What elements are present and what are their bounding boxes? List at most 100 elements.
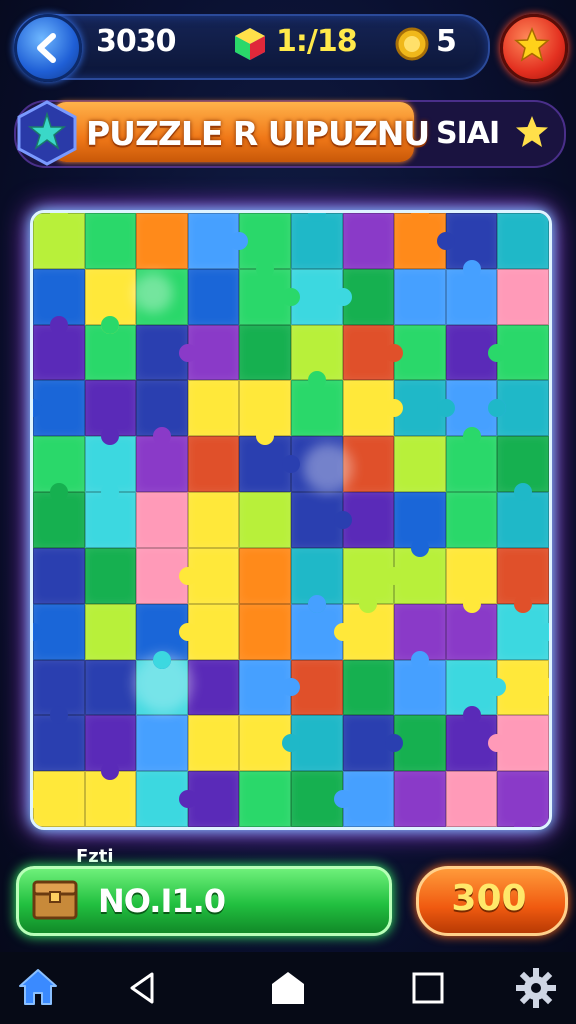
puzzle-piece[interactable] (290, 213, 343, 269)
puzzle-piece[interactable] (33, 659, 85, 725)
puzzle-piece[interactable] (187, 436, 240, 493)
puzzle-knob (256, 259, 275, 278)
puzzle-knob (333, 790, 352, 809)
puzzle-knob (333, 622, 352, 641)
puzzle-knob (307, 213, 326, 222)
puzzle-knob (178, 622, 197, 641)
puzzle-piece[interactable] (488, 715, 549, 772)
puzzle-piece[interactable] (281, 436, 343, 493)
puzzle-piece[interactable] (488, 324, 549, 381)
gear-icon[interactable] (514, 966, 558, 1010)
puzzle-piece[interactable] (136, 715, 188, 772)
puzzle-knob (152, 427, 171, 446)
puzzle-piece[interactable] (33, 483, 85, 548)
puzzle-piece[interactable] (394, 492, 446, 557)
cost-value: 300 (451, 878, 527, 919)
puzzle-piece[interactable] (187, 492, 240, 548)
star-badge-icon (17, 100, 77, 166)
puzzle-piece[interactable] (84, 380, 137, 446)
puzzle-knob (333, 287, 352, 306)
puzzle-knob (49, 483, 68, 502)
puzzle-piece[interactable] (178, 547, 240, 604)
puzzle-piece[interactable] (136, 650, 188, 716)
puzzle-piece[interactable] (239, 492, 291, 548)
puzzle-piece[interactable] (342, 213, 395, 269)
puzzle-piece[interactable] (178, 771, 240, 827)
puzzle-piece[interactable] (497, 547, 549, 613)
puzzle-piece[interactable] (445, 771, 498, 827)
puzzle-knob (539, 678, 549, 697)
home-shape-icon[interactable] (268, 968, 308, 1008)
puzzle-knob (281, 455, 300, 474)
puzzle-piece[interactable] (136, 427, 188, 493)
puzzle-piece[interactable] (445, 427, 498, 493)
puzzle-piece[interactable] (394, 268, 446, 325)
star-button[interactable] (500, 14, 568, 82)
puzzle-piece[interactable] (84, 659, 137, 716)
puzzle-knob (307, 371, 326, 390)
puzzle-piece[interactable] (342, 380, 404, 437)
puzzle-piece[interactable] (342, 436, 395, 493)
puzzle-piece[interactable] (445, 547, 498, 613)
puzzle-knob (385, 566, 404, 585)
puzzle-piece[interactable] (84, 213, 137, 269)
square-icon[interactable] (410, 970, 446, 1006)
puzzle-knob (33, 622, 42, 641)
puzzle-piece[interactable] (497, 483, 549, 548)
puzzle-piece[interactable] (239, 380, 291, 446)
puzzle-piece[interactable] (33, 380, 85, 437)
puzzle-piece[interactable] (239, 324, 291, 381)
puzzle-tile-grid (33, 213, 549, 827)
puzzle-piece[interactable] (394, 771, 446, 827)
coin-icon (395, 27, 429, 61)
puzzle-piece[interactable] (239, 771, 291, 827)
back-button[interactable] (14, 14, 82, 82)
puzzle-piece[interactable] (187, 715, 240, 772)
puzzle-piece[interactable] (187, 380, 240, 437)
puzzle-piece[interactable] (33, 213, 85, 269)
puzzle-piece[interactable] (136, 268, 188, 325)
puzzle-piece[interactable] (394, 436, 446, 493)
puzzle-piece[interactable] (239, 547, 291, 604)
puzzle-knob (178, 566, 197, 585)
puzzle-piece[interactable] (187, 659, 240, 716)
puzzle-piece[interactable] (342, 659, 395, 716)
puzzle-piece[interactable] (33, 771, 85, 827)
home-icon[interactable] (16, 966, 60, 1008)
puzzle-piece[interactable] (84, 715, 137, 781)
puzzle-piece[interactable] (497, 771, 549, 827)
puzzle-piece[interactable] (187, 213, 249, 269)
back-arrow-icon (37, 33, 56, 63)
puzzle-knob (49, 315, 68, 334)
puzzle-piece[interactable] (488, 380, 549, 437)
puzzle-knob (178, 343, 197, 362)
puzzle-piece[interactable] (33, 603, 85, 660)
puzzle-piece[interactable] (394, 650, 446, 716)
puzzle-piece[interactable] (178, 603, 240, 660)
puzzle-piece[interactable] (178, 324, 240, 381)
puzzle-piece[interactable] (342, 324, 404, 381)
puzzle-board[interactable] (30, 210, 552, 830)
puzzle-piece[interactable] (84, 603, 137, 660)
puzzle-piece[interactable] (445, 492, 498, 548)
puzzle-piece[interactable] (84, 315, 137, 381)
puzzle-piece[interactable] (33, 547, 85, 604)
puzzle-knob (385, 343, 404, 362)
puzzle-piece[interactable] (497, 213, 549, 269)
puzzle-knob (514, 594, 533, 613)
puzzle-piece[interactable] (33, 315, 85, 381)
puzzle-piece[interactable] (281, 715, 343, 772)
puzzle-piece[interactable] (84, 547, 137, 604)
puzzle-piece[interactable] (342, 715, 404, 772)
puzzle-piece[interactable] (290, 492, 352, 548)
puzzle-piece[interactable] (187, 268, 240, 325)
puzzle-piece[interactable] (136, 492, 188, 548)
puzzle-piece[interactable] (333, 771, 395, 827)
puzzle-piece[interactable] (445, 259, 498, 325)
back-triangle-icon[interactable] (124, 970, 160, 1006)
puzzle-piece[interactable] (290, 371, 343, 437)
puzzle-piece[interactable] (497, 268, 549, 325)
puzzle-piece[interactable] (136, 213, 188, 269)
puzzle-piece[interactable] (239, 659, 300, 716)
puzzle-piece[interactable] (239, 603, 291, 660)
